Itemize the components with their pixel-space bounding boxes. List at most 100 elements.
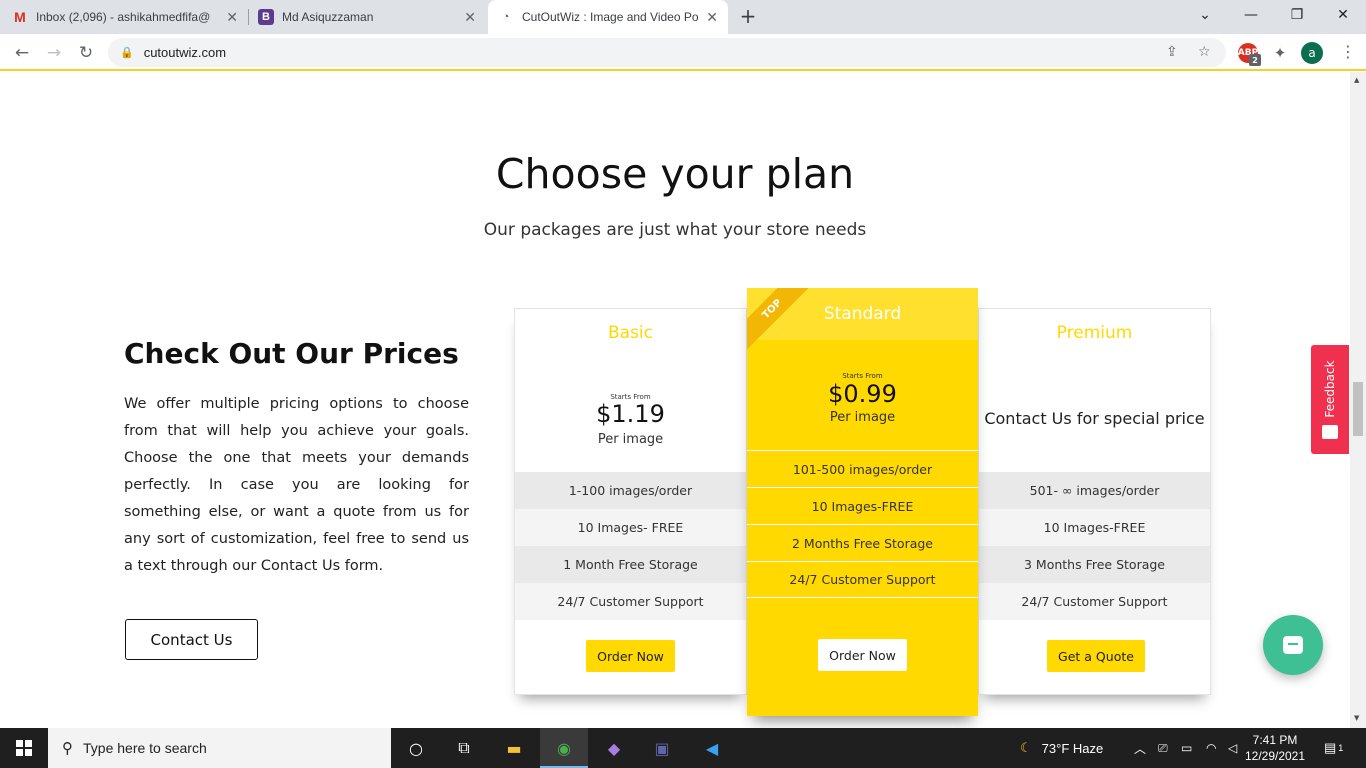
close-window-button[interactable]: ✕ <box>1320 0 1366 30</box>
plan-feature: 24/7 Customer Support <box>515 583 746 620</box>
bookmark-star-icon[interactable]: ☆ <box>1198 44 1211 60</box>
plan-name: Premium <box>1056 323 1133 343</box>
profile-initial: a <box>1308 46 1316 60</box>
feedback-tab[interactable]: Feedback <box>1311 345 1349 454</box>
menu-kebab-icon[interactable]: ⋮ <box>1340 42 1356 61</box>
weather-text: 73°F Haze <box>1041 740 1104 756</box>
weather-moon-icon: ☾ <box>1020 740 1032 755</box>
file-explorer-icon[interactable]: ▬ <box>500 734 528 762</box>
back-button[interactable]: ← <box>10 41 34 65</box>
teams-icon[interactable]: ▣ <box>648 734 676 762</box>
plan-feature: 10 Images-FREE <box>979 509 1210 546</box>
volume-icon[interactable]: ◁ <box>1228 728 1237 768</box>
plan-price: $1.19 <box>596 400 665 428</box>
vscode-icon[interactable]: ◀ <box>698 734 726 762</box>
clock-time: 7:41 PM <box>1252 733 1298 747</box>
wifi-icon[interactable]: ◠ <box>1206 728 1216 768</box>
notification-icon: ▤ <box>1324 740 1337 755</box>
order-now-button[interactable]: Order Now <box>586 640 675 672</box>
plan-name: Basic <box>607 323 653 343</box>
plan-feature: 10 Images- FREE <box>515 509 746 546</box>
tab-cutoutwiz[interactable]: ◔ CutOutWiz : Image and Video Po ✕ <box>488 0 728 34</box>
plan-feature: 2 Months Free Storage <box>747 524 978 561</box>
start-button[interactable] <box>0 728 48 768</box>
order-now-button[interactable]: Order Now <box>818 639 907 671</box>
minimize-button[interactable]: — <box>1228 0 1274 30</box>
tab-title: CutOutWiz : Image and Video Po <box>522 10 698 24</box>
plan-card-basic: Basic Starts From $1.19 Per image 1-100 … <box>514 308 747 695</box>
page-content: Choose your plan Our packages are just w… <box>0 72 1350 728</box>
gmail-icon: M <box>14 9 26 25</box>
tab-gmail[interactable]: M Inbox (2,096) - ashikahmedfifa@ ✕ <box>12 0 248 34</box>
plan-feature: 1 Month Free Storage <box>515 546 746 583</box>
taskbar-clock[interactable]: 7:41 PM 12/29/2021 <box>1244 732 1306 764</box>
per-image-label: Per image <box>829 410 896 425</box>
notification-count: 1 <box>1338 743 1344 753</box>
tab-title: Inbox (2,096) - ashikahmedfifa@ <box>36 10 211 24</box>
get-quote-button[interactable]: Get a Quote <box>1047 640 1145 672</box>
plan-feature: 24/7 Customer Support <box>747 561 978 598</box>
plan-feature: 24/7 Customer Support <box>979 583 1210 620</box>
visual-studio-icon[interactable]: ◆ <box>600 734 628 762</box>
scroll-up-icon[interactable]: ▲ <box>1354 76 1359 84</box>
tab-search-button[interactable]: ⌄ <box>1182 0 1228 30</box>
restore-button[interactable]: ❐ <box>1274 0 1320 30</box>
taskbar-search[interactable]: ⚲ Type here to search <box>48 728 391 768</box>
browser-tab-bar: M Inbox (2,096) - ashikahmedfifa@ ✕ B Md… <box>0 0 1366 34</box>
close-icon[interactable]: ✕ <box>706 9 718 26</box>
weather-widget[interactable]: ☾ 73°F Haze <box>1020 728 1103 768</box>
share-icon[interactable]: ⇪ <box>1166 44 1178 60</box>
search-icon: ⚲ <box>62 739 73 757</box>
close-icon[interactable]: ✕ <box>226 9 238 26</box>
plan-name: Standard <box>823 304 902 324</box>
scroll-down-icon[interactable]: ▼ <box>1354 714 1359 722</box>
page-title: Choose your plan <box>495 150 855 198</box>
plan-feature: 101-500 images/order <box>747 450 978 487</box>
windows-logo-icon <box>16 740 32 756</box>
per-image-label: Per image <box>597 432 664 447</box>
battery-icon[interactable]: ▭ <box>1181 728 1192 768</box>
prices-description: We offer multiple pricing options to cho… <box>124 396 469 574</box>
close-icon[interactable]: ✕ <box>464 9 476 26</box>
tab-separator <box>248 9 249 25</box>
address-bar[interactable]: 🔒 cutoutwiz.com ⇪ ☆ <box>108 38 1226 67</box>
chrome-icon[interactable]: ◉ <box>550 734 578 762</box>
meet-now-icon[interactable]: ⎚ <box>1158 728 1168 768</box>
url-text: cutoutwiz.com <box>143 45 227 60</box>
plan-card-standard: TOP Standard Starts From $0.99 Per image… <box>747 288 978 716</box>
scroll-thumb[interactable] <box>1353 382 1363 436</box>
feedback-icon <box>1322 425 1338 439</box>
cutoutwiz-icon: ◔ <box>502 11 510 23</box>
plan-feature: 10 Images-FREE <box>747 487 978 524</box>
plan-card-premium: Premium Contact Us for special price 501… <box>978 308 1211 695</box>
tab-profile[interactable]: B Md Asiquzzaman ✕ <box>258 0 486 34</box>
plan-feature: 1-100 images/order <box>515 472 746 509</box>
page-subtitle: Our packages are just what your store ne… <box>483 220 867 240</box>
browser-toolbar: ← → ↻ 🔒 cutoutwiz.com ⇪ ☆ ABP 2 ✦ a ⋮ <box>0 34 1366 71</box>
tray-overflow-icon[interactable]: ︿ <box>1134 728 1146 768</box>
reload-button[interactable]: ↻ <box>74 41 98 65</box>
forward-button[interactable]: → <box>42 41 66 65</box>
windows-taskbar: ⚲ Type here to search ○ ⧉ ▬ ◉ ◆ ▣ ◀ ☾ 73… <box>0 728 1366 768</box>
cortana-icon[interactable]: ○ <box>402 734 430 762</box>
profile-avatar[interactable]: a <box>1301 42 1323 64</box>
clock-date: 12/29/2021 <box>1244 749 1306 763</box>
plan-feature: 3 Months Free Storage <box>979 546 1210 583</box>
ext-badge-count: 2 <box>1252 55 1258 65</box>
search-placeholder: Type here to search <box>83 740 207 756</box>
task-view-icon[interactable]: ⧉ <box>450 734 478 762</box>
special-price-text: Contact Us for special price <box>984 409 1205 428</box>
extensions-puzzle-icon[interactable]: ✦ <box>1268 41 1292 65</box>
tab-title: Md Asiquzzaman <box>282 10 374 24</box>
ext-badge: 2 <box>1249 54 1261 66</box>
notification-center-icon[interactable]: ▤ 1 <box>1324 728 1343 768</box>
page-scrollbar[interactable]: ▲ ▼ <box>1350 72 1366 728</box>
feedback-label: Feedback <box>1323 360 1337 418</box>
starts-from-label: Starts From <box>842 372 883 380</box>
b-icon: B <box>258 9 274 25</box>
contact-us-button[interactable]: Contact Us <box>125 619 258 660</box>
lock-icon: 🔒 <box>120 46 134 59</box>
chat-icon <box>1283 636 1303 654</box>
new-tab-button[interactable]: + <box>738 5 758 27</box>
chat-button[interactable] <box>1263 615 1323 675</box>
